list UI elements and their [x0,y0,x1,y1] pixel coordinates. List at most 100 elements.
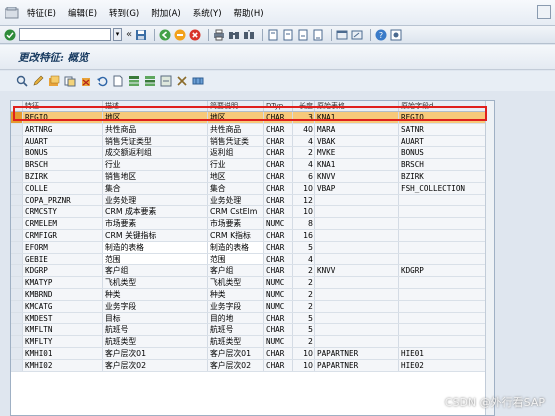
column-header-characteristic[interactable]: 特征 [23,101,103,111]
table-row[interactable]: COPA_PRZNR 业务处理 业务处理 CHAR 12 [11,194,494,207]
display-change-icon[interactable] [16,75,28,87]
table-row[interactable]: CRMCSTY CRM 成本要素 CRM CstElm CHAR 10 [11,206,494,219]
copy-as-icon[interactable] [64,75,76,87]
column-header-data-type[interactable]: DTyp [264,101,293,111]
row-selector[interactable] [11,218,23,229]
find-next-icon[interactable] [243,29,255,41]
column-header-source-field[interactable]: 原始字段d [399,101,494,111]
row-selector[interactable] [11,347,23,359]
menu-help[interactable]: 帮助(H) [228,7,270,19]
command-dropdown-button[interactable]: ▾ [113,28,122,41]
command-field[interactable] [19,28,111,41]
new-entries-icon[interactable] [48,75,60,87]
table-row[interactable]: ARTNRG 共性商品 共性商品 CHAR 40 MARA SATNR [11,123,494,136]
menu-system[interactable]: 系统(Y) [187,7,228,19]
cancel-icon[interactable] [189,29,201,41]
row-selector[interactable] [11,312,23,324]
table-row[interactable]: KMHI02 客户层次02 客户层次02 CHAR 10 PAPARTNER HIE02 [11,359,494,372]
last-page-icon[interactable] [312,29,324,41]
table-row[interactable]: KMFLTY 航班类型 航班类型 NUMC 2 [11,336,494,348]
exit-icon[interactable] [174,29,186,41]
select-block-icon[interactable] [144,75,156,87]
collapse-icon[interactable]: « [126,29,132,40]
cell-source-field [399,336,494,347]
new-session-icon[interactable] [336,29,348,41]
select-all-icon[interactable] [128,75,140,87]
enter-icon[interactable] [4,29,16,41]
column-header-length[interactable]: 长度 [293,101,315,111]
config-icon[interactable] [176,75,188,87]
find-icon[interactable] [228,29,240,41]
cell-short-text: 销售凭证类 [208,135,264,147]
table-row[interactable]: KDGRP 客户组 客户组 CHAR 2 KNVV KDGRP [11,265,494,278]
table-row[interactable]: AUART 销售凭证类型 销售凭证类 CHAR 4 VBAK AUART [11,135,494,148]
row-selector[interactable] [11,170,23,182]
table-row[interactable]: KMATYP 飞机类型 飞机类型 NUMC 2 [11,277,494,289]
menu-goto[interactable]: 转到(G) [103,7,145,19]
cell-source-table [315,241,399,253]
undo-change-icon[interactable] [96,75,108,87]
deselect-all-icon[interactable] [160,75,172,87]
row-selector[interactable] [11,253,23,265]
row-selector[interactable] [11,159,23,170]
cell-source-table [315,300,399,312]
cell-description: 业务字段 [103,300,208,312]
table-row[interactable]: KMFLTN 航班号 航班号 CHAR 5 [11,324,494,337]
save-icon[interactable] [135,29,147,41]
row-selector[interactable] [11,229,23,241]
row-selector[interactable] [11,336,23,347]
row-selector[interactable] [11,206,23,218]
table-row[interactable]: KMBRND 种类 种类 NUMC 2 [11,288,494,301]
select-all-cell[interactable] [11,101,23,111]
layout-menu-icon[interactable] [390,29,402,41]
table-row[interactable]: GEBIE 范围 范围 CHAR 4 [11,253,494,266]
sap-menu-icon[interactable] [3,6,21,20]
table-row[interactable]: BZIRK 销售地区 地区 CHAR 6 KNVV BZIRK [11,170,494,183]
menu-characteristic[interactable]: 特征(E) [21,7,62,19]
table-row[interactable]: KMCATG 业务字段 业务字段 NUMC 2 [11,300,494,313]
print-icon[interactable] [213,29,225,41]
first-page-icon[interactable] [267,29,279,41]
column-header-source-table[interactable]: 原始表格 [315,101,399,111]
row-selector[interactable] [11,277,23,288]
shortcut-icon[interactable] [351,29,363,41]
table-row[interactable]: COLLE 集合 集合 CHAR 10 VBAP FSH_COLLECTION [11,182,494,195]
row-selector[interactable] [11,288,23,300]
row-selector[interactable] [11,182,23,194]
row-selector[interactable] [11,324,23,336]
row-selector[interactable] [11,265,23,277]
cell-data-type: CHAR [264,170,293,182]
cell-characteristic: KMFLTY [23,336,103,347]
row-selector[interactable] [11,300,23,312]
vertical-scrollbar[interactable] [485,101,494,415]
transport-icon[interactable] [192,75,204,87]
next-page-icon[interactable] [297,29,309,41]
row-selector[interactable] [11,359,23,371]
column-header-description[interactable]: 描述 [103,101,208,111]
menu-edit[interactable]: 编辑(E) [62,7,103,19]
table-row[interactable]: KMHI01 客户层次01 客户层次01 CHAR 10 PAPARTNER HIE01 [11,347,494,360]
edit-pencil-icon[interactable] [32,75,44,87]
row-selector[interactable] [11,147,23,159]
table-row[interactable]: CRMFIGR CRM 关键指标 CRM K指标 CHAR 16 [11,229,494,242]
table-row[interactable]: CRMELEM 市场要素 市场要素 NUMC 8 [11,218,494,230]
table-row[interactable]: BONUS 成交额返利组 返利组 CHAR 2 MVKE BONUS [11,147,494,160]
row-selector[interactable] [11,123,23,135]
help-icon[interactable]: ? [375,29,387,41]
back-icon[interactable] [159,29,171,41]
table-row[interactable]: KMDEST 目标 目的地 CHAR 5 [11,312,494,325]
column-header-short-text[interactable]: 简要说明 [208,101,264,111]
table-row[interactable]: BRSCH 行业 行业 CHAR 4 KNA1 BRSCH [11,159,494,171]
document-icon[interactable] [112,75,124,87]
table-row[interactable]: EFORM 制造的表格 制造的表格 CHAR 5 [11,241,494,254]
delete-icon[interactable] [80,75,92,87]
row-selector[interactable] [11,135,23,147]
menu-extras[interactable]: 附加(A) [145,7,186,19]
row-selector[interactable] [11,112,23,123]
previous-page-icon[interactable] [282,29,294,41]
cell-characteristic: GEBIE [23,253,103,265]
row-selector[interactable] [11,194,23,206]
customize-button[interactable] [537,5,551,19]
row-selector[interactable] [11,241,23,253]
table-row[interactable]: REGIO 地区 地区 CHAR 3 KNA1 REGIO [11,112,494,124]
